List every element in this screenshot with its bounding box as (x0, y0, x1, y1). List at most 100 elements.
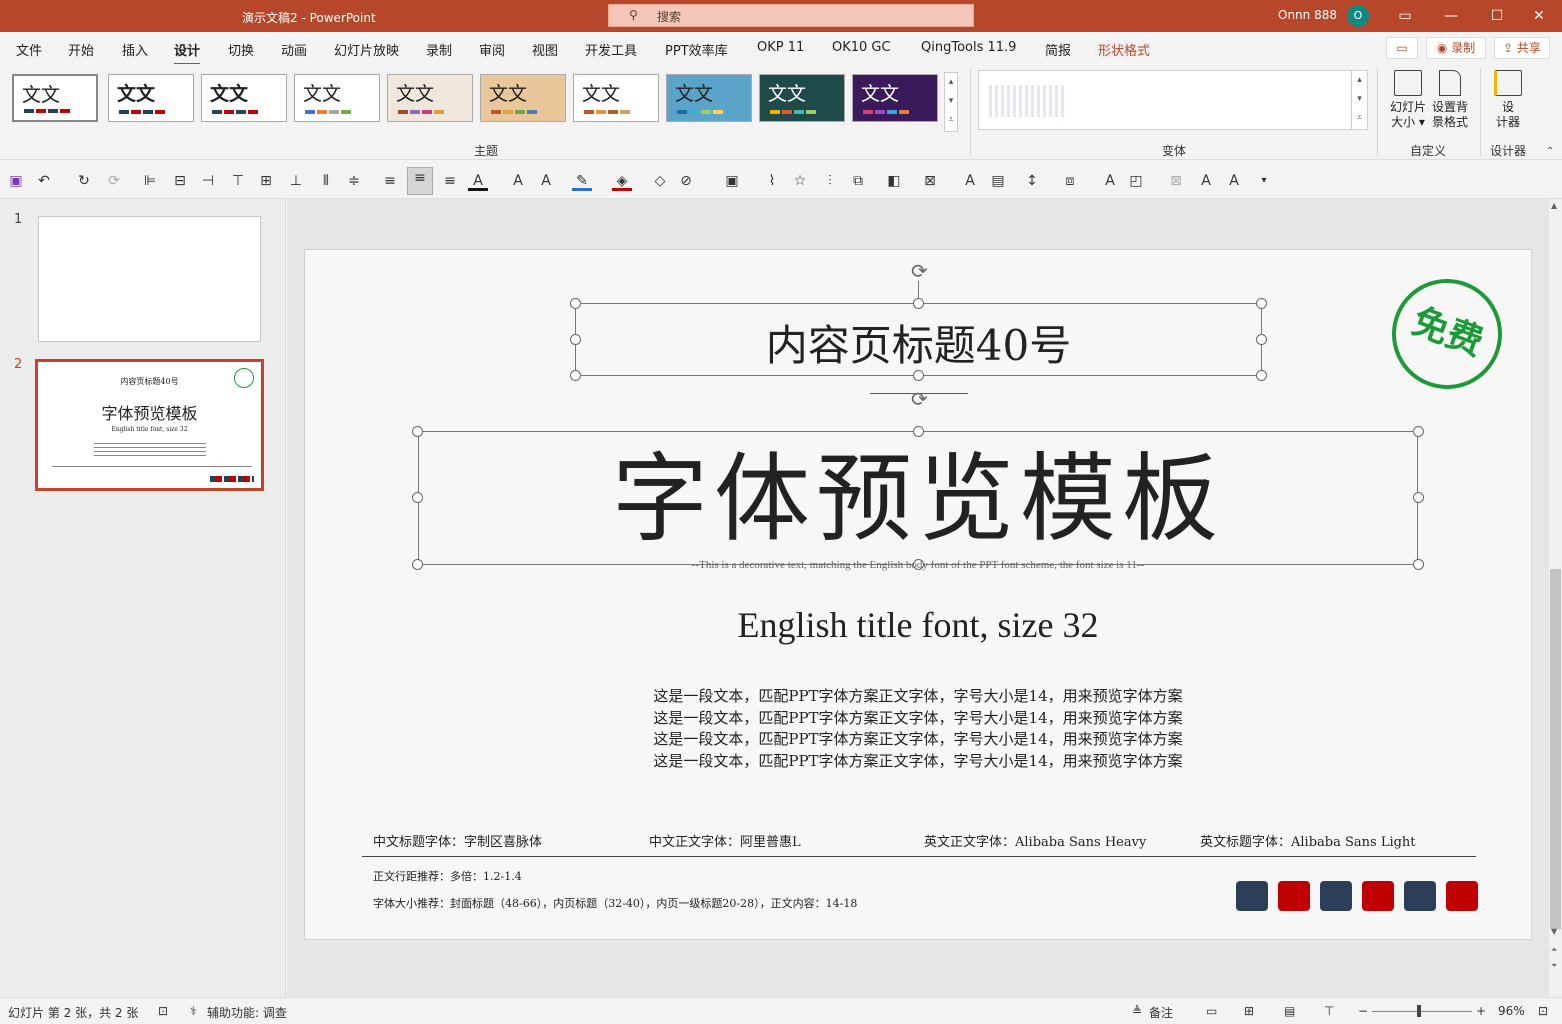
slide-sorter-icon[interactable]: ⊞ (1244, 1004, 1254, 1018)
tab-insert[interactable]: 插入 (122, 40, 148, 59)
slideshow-icon[interactable]: ⊤ (1324, 1004, 1334, 1018)
group-icon[interactable]: ⧈ (1060, 171, 1080, 191)
tab-developer[interactable]: 开发工具 (585, 40, 637, 59)
tab-record[interactable]: 录制 (426, 40, 452, 59)
tab-qingtools[interactable]: QingTools 11.9 (921, 40, 1016, 55)
text-align-left-icon[interactable]: ≡ (380, 171, 400, 191)
theme-thumbnail[interactable]: 文文 (12, 74, 98, 122)
notes-icon[interactable]: ≜ (1132, 1004, 1142, 1018)
variant-preview[interactable] (989, 85, 1065, 117)
shape-effects-icon[interactable]: ◇ (650, 171, 670, 191)
distribute-vertical-icon[interactable]: ≑ (344, 171, 364, 191)
minimize-icon[interactable]: — (1428, 0, 1474, 32)
avatar[interactable]: O (1347, 5, 1369, 27)
star-icon[interactable]: ☆ (790, 171, 810, 191)
reading-view-icon[interactable]: ▤ (1284, 1004, 1295, 1018)
theme-thumbnail[interactable]: 文文 (573, 74, 659, 122)
normal-view-icon[interactable]: ▭ (1206, 1004, 1217, 1018)
format-background-button[interactable]: 设置背 景格式 (1430, 70, 1470, 130)
delete-box-icon[interactable]: ⊠ (1166, 171, 1186, 191)
zoom-out-icon[interactable]: − (1358, 1004, 1368, 1018)
theme-thumbnail[interactable]: 文文 (480, 74, 566, 122)
align-bottom-icon[interactable]: ⊥ (286, 171, 306, 191)
spellcheck-icon[interactable]: ⊡ (158, 1004, 168, 1018)
shape-change-icon[interactable]: ◰ (1126, 171, 1146, 191)
arrange-icon[interactable]: ▣ (722, 171, 742, 191)
theme-thumbnail[interactable]: 文文 (852, 74, 938, 122)
tab-shape-format[interactable]: 形状格式 (1098, 40, 1150, 59)
tab-animations[interactable]: 动画 (281, 40, 307, 59)
theme-thumbnail[interactable]: 文文 (108, 74, 194, 122)
theme-thumbnail[interactable]: 文文 (666, 74, 752, 122)
scroll-down-icon[interactable]: ▼ (1551, 927, 1557, 936)
resize-handle[interactable] (913, 426, 924, 437)
record-button[interactable]: ◉ 录制 (1426, 37, 1486, 59)
tab-ppt-efficiency[interactable]: PPT效率库 (665, 40, 728, 59)
align-center-icon[interactable]: ⊟ (170, 171, 190, 191)
crop-icon[interactable]: ⧉ (848, 171, 868, 191)
font-grow-icon[interactable]: A (1196, 171, 1216, 191)
resize-handle[interactable] (1256, 298, 1267, 309)
slide-thumbnail-1[interactable] (38, 216, 261, 342)
text-align-right-icon[interactable]: ≡ (440, 171, 460, 191)
variants-gallery[interactable]: ▴ ▾ ⩡ (978, 70, 1368, 130)
increase-font-icon[interactable]: A (508, 171, 528, 191)
user-name[interactable]: Onnn 888 (1278, 8, 1337, 22)
color-swatch-icon[interactable]: ◧ (884, 171, 904, 191)
shape-style-icon[interactable]: ⊘ (676, 171, 696, 191)
customize-toolbar-icon[interactable]: ▾ (1254, 171, 1274, 191)
accessibility-icon[interactable]: ⚕ (190, 1004, 197, 1018)
rotate-handle-icon[interactable]: ⟳ (911, 387, 928, 411)
next-slide-icon[interactable]: ⏷ (1551, 961, 1557, 971)
text-box-icon[interactable]: ▤ (988, 171, 1008, 191)
theme-thumbnail[interactable]: 文文 (759, 74, 845, 122)
merge-shapes-icon[interactable]: ⊠ (920, 171, 940, 191)
resize-handle[interactable] (412, 426, 423, 437)
align-left-icon[interactable]: ⊫ (140, 171, 160, 191)
variant-scroll-icon[interactable]: ▴ ▾ ⩡ (1351, 71, 1367, 129)
maximize-icon[interactable]: ☐ (1474, 0, 1520, 32)
slide-thumbnail-2[interactable]: 内容页标题40号 字体预览模板 English title font, size… (35, 359, 264, 491)
format-painter-icon[interactable]: ⟳ (104, 171, 124, 191)
designer-button[interactable]: 设 计器 (1490, 70, 1526, 130)
line-spacing-icon[interactable]: ↕ (1022, 171, 1042, 191)
slide-size-button[interactable]: 幻灯片 大小 ▾ (1386, 70, 1430, 130)
zoom-level[interactable]: 96% (1498, 1004, 1525, 1018)
tab-slideshow[interactable]: 幻灯片放映 (334, 40, 399, 59)
text-effects-icon[interactable]: A (960, 171, 980, 191)
scroll-thumb[interactable] (1550, 569, 1561, 929)
rotate-handle-icon[interactable]: ⟳ (911, 259, 928, 283)
comments-icon[interactable]: ▭ (1386, 37, 1418, 59)
resize-handle[interactable] (1413, 426, 1424, 437)
tab-brief[interactable]: 简报 (1045, 40, 1071, 59)
decrease-font-icon[interactable]: A (536, 171, 556, 191)
fit-slide-icon[interactable]: ⊡ (1538, 1004, 1548, 1018)
tab-ok10gc[interactable]: OK10 GC (832, 40, 891, 55)
text-align-center-icon[interactable]: ≡ (407, 167, 433, 195)
tab-okp[interactable]: OKP 11 (757, 40, 804, 55)
close-icon[interactable]: ✕ (1516, 0, 1562, 32)
font-color-icon[interactable]: A (468, 171, 488, 191)
tab-home[interactable]: 开始 (68, 40, 94, 59)
collapse-ribbon-icon[interactable]: ⌃ (1546, 146, 1554, 157)
tab-review[interactable]: 审阅 (479, 40, 505, 59)
tab-file[interactable]: 文件 (16, 40, 42, 59)
distribute-horizontal-icon[interactable]: ⫴ (316, 171, 336, 191)
text-frame-icon[interactable]: A (1100, 171, 1120, 191)
ribbon-display-icon[interactable]: ▭ (1382, 0, 1428, 32)
shape-outline-icon[interactable]: ✎ (572, 171, 592, 191)
undo-icon[interactable]: ↶ (34, 171, 54, 191)
shape-fill-icon[interactable]: ◈ (612, 171, 632, 191)
save-icon[interactable]: ▣ (6, 171, 26, 191)
notes-button[interactable]: 备注 (1149, 1004, 1173, 1021)
search-box[interactable]: ⚲ 搜索 (608, 4, 974, 27)
align-top-icon[interactable]: ⊤ (228, 171, 248, 191)
resize-handle[interactable] (913, 298, 924, 309)
theme-scroll-icon[interactable]: ▴ ▾ ⩡ (944, 72, 958, 132)
brush-icon[interactable]: ⌇ (762, 171, 782, 191)
theme-thumbnail[interactable]: 文文 (201, 74, 287, 122)
zoom-in-icon[interactable]: + (1476, 1004, 1486, 1018)
vertical-scrollbar[interactable]: ▲ ▼ ⏶ ⏷ (1549, 199, 1562, 997)
zoom-thumb[interactable] (1417, 1005, 1421, 1017)
chart-icon[interactable]: ⫶ (820, 171, 840, 191)
